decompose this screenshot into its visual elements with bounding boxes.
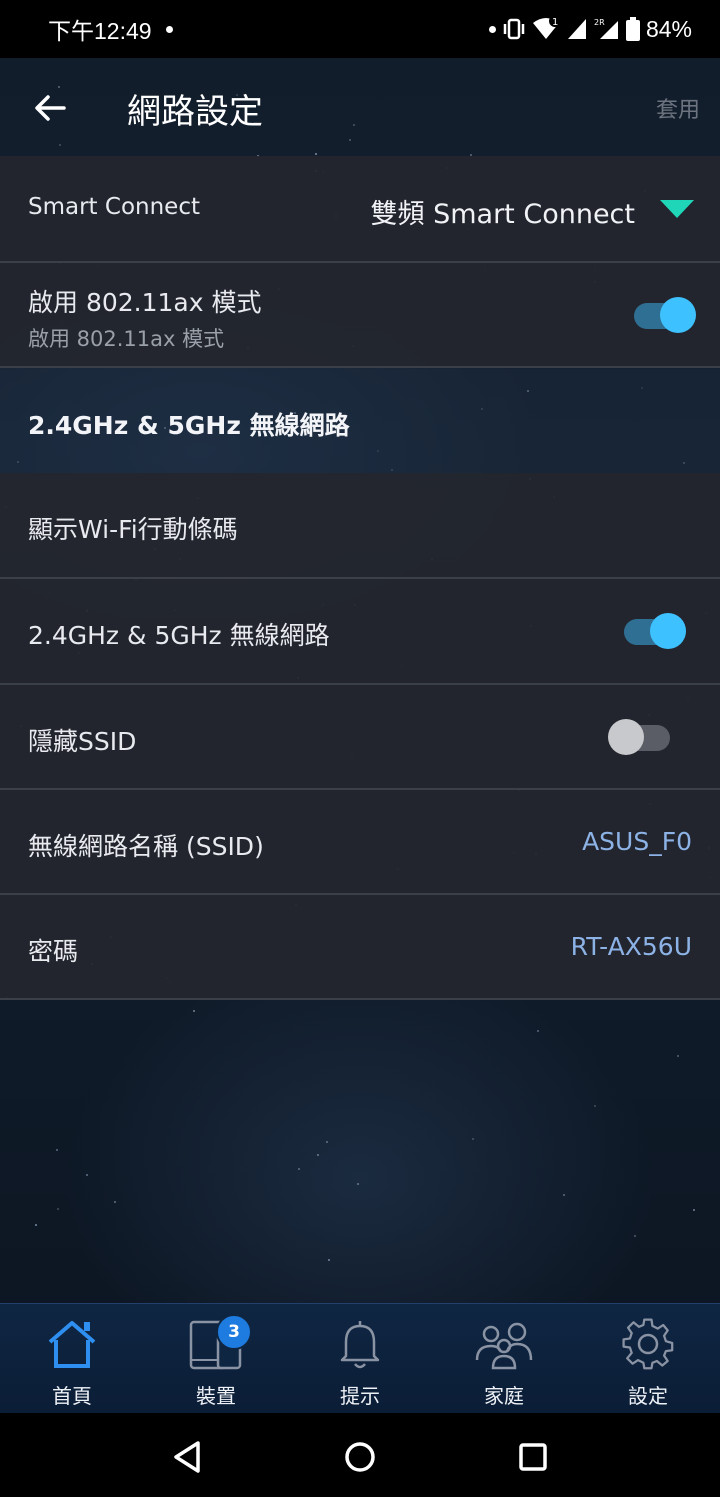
star-dot [563,1194,565,1196]
back-arrow-icon[interactable] [30,88,70,128]
star-dot [677,1055,679,1057]
devices-badge: 3 [216,1314,252,1350]
nav-home-label: 首頁 [52,1384,92,1408]
system-recents-icon[interactable] [513,1437,553,1477]
star-dot [57,1208,59,1210]
notification-dot-icon [165,25,173,33]
star-dot [693,1209,695,1211]
gear-icon [622,1318,674,1370]
star-dot [634,1235,636,1237]
star-dot [298,1168,300,1170]
ax-mode-row: 啟用 802.11ax 模式 啟用 802.11ax 模式 [0,263,720,368]
bell-icon [340,1321,380,1369]
wireless-toggle[interactable] [624,613,686,649]
password-row[interactable]: 密碼 RT-AX56U [0,895,720,1000]
nav-settings[interactable]: 設定 [576,1304,720,1414]
svg-text:2R: 2R [594,18,605,27]
nav-alerts[interactable]: 提示 [288,1304,432,1414]
dropdown-arrow-icon[interactable] [660,200,694,220]
password-value[interactable]: RT-AX56U [571,932,692,961]
status-dot-icon [488,25,496,33]
status-time: 下午12:49 [48,18,152,44]
section-header: 2.4GHz & 5GHz 無線網路 [0,369,720,473]
nav-home[interactable]: 首頁 [0,1304,144,1414]
star-dot [537,1030,539,1032]
status-bar: 下午12:49 1 2R 84% [0,0,720,58]
smart-connect-row[interactable]: Smart Connect 雙頻 Smart Connect [0,156,720,263]
home-icon [48,1321,96,1368]
ax-mode-label: 啟用 802.11ax 模式 [28,288,262,317]
star-dot [594,1105,596,1107]
star-dot [35,1224,37,1226]
signal-sim1-icon [567,19,586,39]
ax-mode-sublabel: 啟用 802.11ax 模式 [28,327,225,351]
toggle-knob [660,297,696,333]
hide-ssid-row: 隱藏SSID [0,685,720,790]
apply-button[interactable]: 套用 [656,92,700,124]
app-bar: 網路設定 套用 [0,58,720,156]
hide-ssid-label: 隱藏SSID [28,727,137,756]
ssid-row[interactable]: 無線網路名稱 (SSID) ASUS_F0 [0,790,720,895]
system-back-icon[interactable] [168,1437,208,1477]
wifi-qr-row[interactable]: 顯示Wi-Fi行動條碼 [0,473,720,579]
section-title: 2.4GHz & 5GHz 無線網路 [28,411,350,440]
toggle-knob [650,613,686,649]
ax-mode-toggle[interactable] [634,297,696,333]
hide-ssid-toggle[interactable] [608,719,670,755]
battery-icon [625,17,640,41]
system-nav-bar [0,1413,720,1497]
system-home-icon[interactable] [340,1437,380,1477]
star-dot [317,1154,319,1156]
star-dot [56,1149,58,1151]
password-label: 密碼 [28,937,79,966]
nav-family[interactable]: 家庭 [432,1304,576,1414]
wireless-label: 2.4GHz & 5GHz 無線網路 [28,621,330,650]
nav-devices[interactable]: 3 裝置 [144,1304,288,1414]
ssid-value[interactable]: ASUS_F0 [582,827,692,856]
star-dot [114,1201,116,1203]
star-dot [357,1183,359,1185]
family-icon [475,1322,533,1370]
nav-family-label: 家庭 [484,1384,524,1408]
bottom-nav: 首頁 3 裝置 提示 家庭 設定 [0,1303,720,1414]
wifi-icon: 1 [532,17,560,39]
star-dot [326,1141,328,1143]
svg-text:1: 1 [552,17,558,28]
signal-sim2-icon: 2R [594,18,618,39]
nav-alerts-label: 提示 [340,1384,380,1408]
star-dot [86,1174,88,1176]
smart-connect-value[interactable]: 雙頻 Smart Connect [371,192,635,231]
star-dot [472,1138,474,1140]
wifi-qr-label: 顯示Wi-Fi行動條碼 [28,515,238,544]
wireless-toggle-row: 2.4GHz & 5GHz 無線網路 [0,579,720,685]
star-dot [328,1259,330,1261]
smart-connect-label: Smart Connect [28,194,200,220]
star-dot [193,1010,195,1012]
nav-devices-label: 裝置 [196,1384,236,1408]
vibrate-icon [503,18,525,40]
nav-settings-label: 設定 [628,1384,668,1408]
ssid-label: 無線網路名稱 (SSID) [28,832,264,861]
toggle-knob [608,719,644,755]
battery-level: 84% [645,15,692,42]
page-title: 網路設定 [127,92,263,132]
